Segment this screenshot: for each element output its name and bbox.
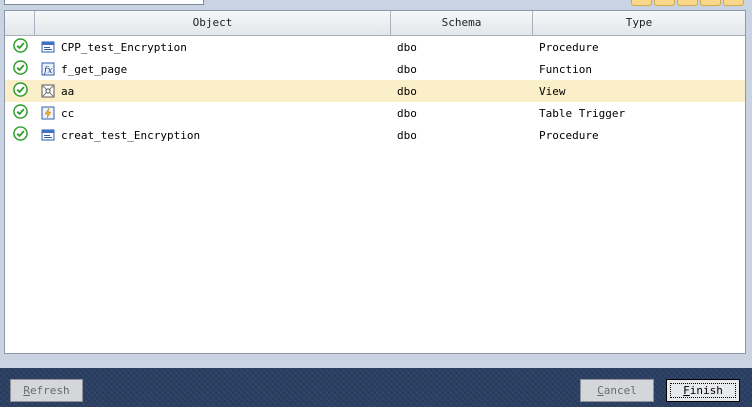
object-name: creat_test_Encryption — [61, 128, 201, 142]
schema-cell: dbo — [397, 106, 417, 120]
header-status[interactable] — [5, 11, 35, 35]
object-name: aa — [61, 84, 75, 98]
check-circle-icon — [12, 126, 28, 144]
object-cell: fx f_get_page — [35, 62, 391, 76]
finish-label: inish — [689, 384, 723, 397]
object-cell: creat_test_Encryption — [35, 128, 391, 142]
type-cell: Table Trigger — [539, 106, 626, 120]
toolbar-button-2[interactable] — [654, 0, 675, 6]
object-cell: CPP_test_Encryption — [35, 40, 391, 54]
toolbar-button-5[interactable] — [723, 0, 744, 6]
check-circle-icon — [12, 38, 28, 56]
schema-cell: dbo — [397, 62, 417, 76]
object-cell: cc — [35, 106, 391, 120]
check-circle-icon — [12, 60, 28, 78]
refresh-button[interactable]: Refresh — [10, 379, 83, 402]
cancel-label: ancel — [603, 384, 637, 397]
check-circle-icon — [12, 104, 28, 122]
filter-input[interactable] — [4, 0, 204, 5]
toolbar-button-4[interactable] — [700, 0, 721, 6]
type-cell: Procedure — [539, 128, 599, 142]
function-icon: fx — [41, 62, 55, 76]
toolbar — [631, 0, 744, 6]
object-name: CPP_test_Encryption — [61, 40, 187, 54]
list-rows: CPP_test_Encryption dbo Procedure fx f_get_p… — [5, 36, 745, 146]
object-list: Object Schema Type CPP_test_Encryptiondb… — [4, 10, 746, 354]
schema-cell: dbo — [397, 128, 417, 142]
refresh-mnemonic: R — [23, 384, 30, 397]
finish-mnemonic: F — [683, 384, 690, 397]
type-cell: Function — [539, 62, 592, 76]
table-row[interactable]: CPP_test_Encryption dbo Procedure — [5, 36, 745, 58]
svg-text:fx: fx — [43, 66, 52, 76]
schema-cell: dbo — [397, 84, 417, 98]
procedure-icon — [41, 40, 55, 54]
object-cell: aa — [35, 84, 391, 98]
footer-bar: Refresh Cancel Finish — [0, 368, 752, 407]
cancel-mnemonic: C — [597, 384, 604, 397]
status-cell — [5, 60, 35, 78]
finish-button[interactable]: Finish — [666, 379, 740, 402]
table-row[interactable]: cc dbo Table Trigger — [5, 102, 745, 124]
object-name: cc — [61, 106, 75, 120]
type-cell: Procedure — [539, 40, 599, 54]
object-name: f_get_page — [61, 62, 128, 76]
status-cell — [5, 126, 35, 144]
header-type[interactable]: Type — [533, 11, 745, 35]
schema-cell: dbo — [397, 40, 417, 54]
table-row[interactable]: creat_test_Encryption dbo Procedure — [5, 124, 745, 146]
toolbar-button-3[interactable] — [677, 0, 698, 6]
table-row[interactable]: aa dbo View — [5, 80, 745, 102]
status-cell — [5, 38, 35, 56]
view-icon — [41, 84, 55, 98]
procedure-icon — [41, 128, 55, 142]
check-circle-icon — [12, 82, 28, 100]
type-cell: View — [539, 84, 566, 98]
list-header: Object Schema Type — [5, 11, 745, 36]
toolbar-button-1[interactable] — [631, 0, 652, 6]
header-schema[interactable]: Schema — [391, 11, 533, 35]
top-strip — [0, 0, 752, 8]
cancel-button[interactable]: Cancel — [580, 379, 654, 402]
status-cell — [5, 82, 35, 100]
refresh-label: efresh — [29, 384, 70, 397]
status-cell — [5, 104, 35, 122]
header-object[interactable]: Object — [35, 11, 391, 35]
trigger-icon — [41, 106, 55, 120]
table-row[interactable]: fx f_get_page dbo Function — [5, 58, 745, 80]
